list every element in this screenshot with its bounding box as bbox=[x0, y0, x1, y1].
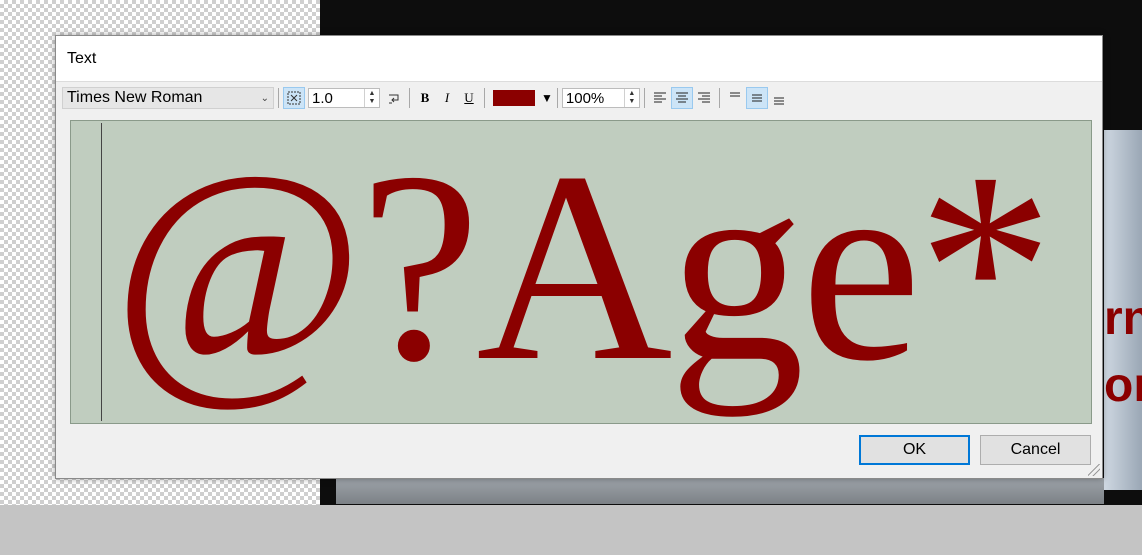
spinner-arrows-icon[interactable]: ▲ ▼ bbox=[623, 89, 639, 107]
ok-button[interactable]: OK bbox=[859, 435, 970, 465]
bold-button[interactable]: B bbox=[414, 87, 436, 109]
color-dropdown-icon[interactable]: ▼ bbox=[541, 91, 553, 105]
line-spacing-value: 1.0 bbox=[312, 89, 333, 107]
italic-button[interactable]: I bbox=[436, 87, 458, 109]
line-spacing-spinner[interactable]: 1.0 ▲ ▼ bbox=[308, 88, 380, 108]
valign-top-button[interactable] bbox=[724, 87, 746, 109]
resize-grip-icon[interactable] bbox=[1088, 464, 1100, 476]
text-caret bbox=[101, 123, 102, 421]
fit-frame-icon bbox=[287, 91, 301, 105]
valign-middle-icon bbox=[751, 94, 762, 102]
editor-text-content: @?Age* bbox=[113, 120, 1053, 417]
toolbar-separator bbox=[556, 88, 558, 108]
cancel-button[interactable]: Cancel bbox=[980, 435, 1091, 465]
dialog-title: Text bbox=[67, 49, 97, 67]
text-color-swatch[interactable] bbox=[493, 90, 535, 106]
toolbar-separator bbox=[643, 88, 645, 108]
align-left-icon bbox=[653, 92, 666, 103]
toolbar-separator bbox=[409, 88, 410, 108]
text-toolbar: Times New Roman ⌄ 1.0 ▲ ▼ B I U ▼ 100% ▲… bbox=[62, 85, 1098, 111]
valign-bottom-icon bbox=[773, 97, 784, 105]
align-center-button[interactable] bbox=[670, 87, 693, 109]
font-family-select[interactable]: Times New Roman ⌄ bbox=[62, 87, 274, 109]
zoom-value: 100% bbox=[565, 89, 605, 107]
font-family-value: Times New Roman bbox=[67, 89, 203, 106]
canvas-text-fragment: or bbox=[1104, 359, 1142, 412]
canvas-text-fragment: rn bbox=[1104, 292, 1142, 345]
align-left-button[interactable] bbox=[649, 87, 671, 109]
valign-bottom-button[interactable] bbox=[768, 87, 790, 109]
valign-middle-button[interactable] bbox=[745, 87, 768, 109]
toolbar-separator bbox=[484, 88, 485, 108]
chevron-down-icon: ⌄ bbox=[260, 92, 269, 104]
canvas-image-fragment bbox=[336, 478, 1104, 504]
align-right-button[interactable] bbox=[693, 87, 715, 109]
text-dialog: Text Times New Roman ⌄ 1.0 ▲ ▼ B I U ▼ 1… bbox=[55, 35, 1103, 479]
zoom-spinner[interactable]: 100% ▲ ▼ bbox=[561, 88, 640, 108]
wrap-button[interactable] bbox=[383, 87, 405, 109]
toolbar-separator bbox=[718, 88, 720, 108]
dialog-titlebar[interactable]: Text bbox=[56, 36, 1102, 82]
valign-top-icon bbox=[729, 92, 740, 97]
text-editor-area[interactable]: @?Age* bbox=[70, 120, 1092, 424]
spinner-arrows-icon[interactable]: ▲ ▼ bbox=[364, 89, 379, 107]
underline-button[interactable]: U bbox=[458, 87, 480, 109]
toolbar-separator bbox=[278, 88, 279, 108]
wrap-icon bbox=[389, 94, 399, 104]
align-right-icon bbox=[697, 92, 710, 103]
align-center-icon bbox=[675, 92, 688, 103]
fit-frame-button[interactable] bbox=[283, 87, 305, 109]
status-strip bbox=[0, 505, 1142, 555]
